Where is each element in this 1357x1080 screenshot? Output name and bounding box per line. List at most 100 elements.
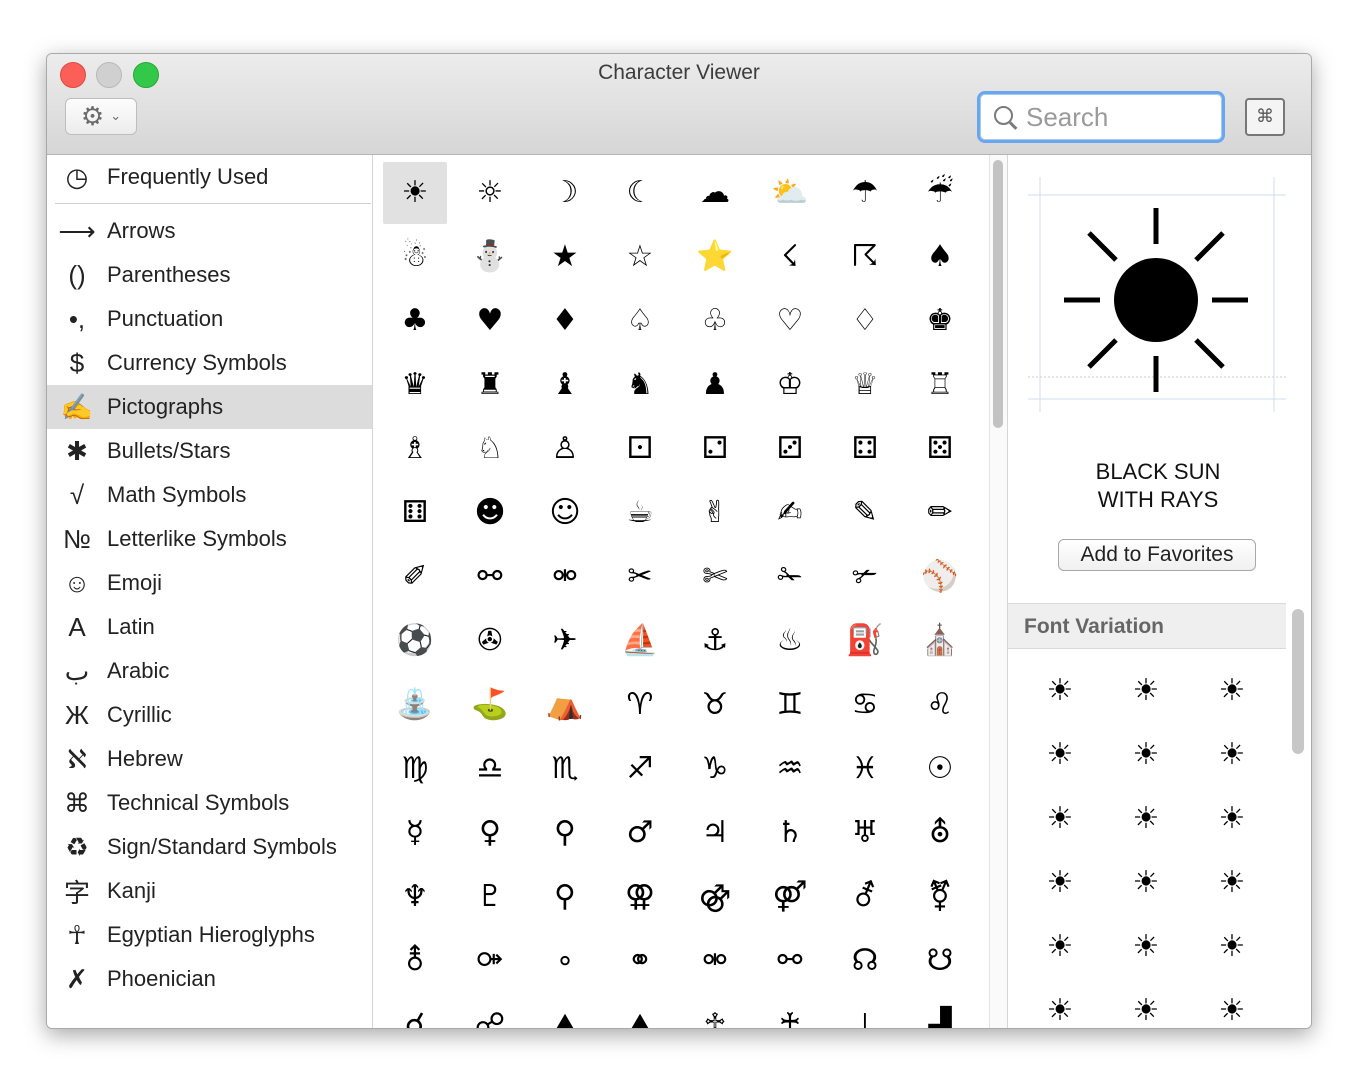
add-to-favorites-button[interactable]: Add to Favorites: [1058, 539, 1256, 571]
font-variation-cell[interactable]: ☀: [1116, 852, 1176, 912]
sidebar-item-arrows[interactable]: ⟶ Arrows: [47, 209, 372, 253]
sidebar-item-pictographs[interactable]: ✍ Pictographs: [47, 385, 372, 429]
character-cell[interactable]: ✈: [533, 610, 597, 672]
character-cell[interactable]: ⚤: [758, 866, 822, 928]
sidebar-item-letterlike-symbols[interactable]: № Letterlike Symbols: [47, 517, 372, 561]
character-cell[interactable]: ♢: [833, 290, 897, 352]
character-cell[interactable]: ⛵: [608, 610, 672, 672]
character-cell[interactable]: ♦: [533, 290, 597, 352]
character-cell[interactable]: ⛽: [833, 610, 897, 672]
character-cell[interactable]: ✁: [758, 546, 822, 608]
character-cell[interactable]: ♉: [683, 674, 747, 736]
character-cell[interactable]: ✐: [383, 546, 447, 608]
character-cell[interactable]: ♄: [758, 802, 822, 864]
character-cell[interactable]: ⚓: [683, 610, 747, 672]
character-cell[interactable]: ♈: [608, 674, 672, 736]
character-cell[interactable]: ♗: [383, 418, 447, 480]
font-variation-cell[interactable]: ☀: [1202, 724, 1262, 784]
character-cell[interactable]: ♋: [833, 674, 897, 736]
character-cell[interactable]: ☽: [533, 162, 597, 224]
character-cell[interactable]: ♚: [908, 290, 972, 352]
character-cell[interactable]: ⚨: [383, 930, 447, 992]
character-cell[interactable]: ♌: [908, 674, 972, 736]
character-cell[interactable]: ♐: [608, 738, 672, 800]
character-cell[interactable]: ✎: [833, 482, 897, 544]
character-cell[interactable]: ☃: [383, 226, 447, 288]
character-cell[interactable]: ☆: [608, 226, 672, 288]
character-cell[interactable]: ▟: [908, 994, 972, 1029]
character-cell[interactable]: ♃: [683, 802, 747, 864]
character-cell[interactable]: ☍: [458, 994, 522, 1029]
character-cell[interactable]: ⚂: [758, 418, 822, 480]
character-cell[interactable]: ☊: [833, 930, 897, 992]
font-variation-cell[interactable]: ☀: [1202, 852, 1262, 912]
character-cell[interactable]: ⚽: [383, 610, 447, 672]
sidebar-item-latin[interactable]: A Latin: [47, 605, 372, 649]
character-cell[interactable]: ♇: [458, 866, 522, 928]
character-cell[interactable]: ⚭: [608, 930, 672, 992]
sidebar-item-technical-symbols[interactable]: ⌘ Technical Symbols: [47, 781, 372, 825]
character-cell[interactable]: ⚄: [908, 418, 972, 480]
sidebar-item-currency-symbols[interactable]: $ Currency Symbols: [47, 341, 372, 385]
sidebar-item-egyptian-hieroglyphs[interactable]: ☥ Egyptian Hieroglyphs: [47, 913, 372, 957]
sidebar-item-phoenician[interactable]: ✗ Phoenician: [47, 957, 372, 1001]
character-cell[interactable]: ♙: [533, 418, 597, 480]
character-cell[interactable]: ⛰: [608, 994, 672, 1029]
character-cell[interactable]: ♏: [533, 738, 597, 800]
font-variation-cell[interactable]: ☀: [1030, 660, 1090, 720]
character-cell[interactable]: ☂: [833, 162, 897, 224]
sidebar-item-parentheses[interactable]: () Parentheses: [47, 253, 372, 297]
character-cell[interactable]: ♰: [758, 994, 822, 1029]
sidebar-item-frequently-used[interactable]: ◷ Frequently Used: [47, 155, 372, 199]
font-variation-cell[interactable]: ☀: [1202, 788, 1262, 848]
character-cell[interactable]: ⚢: [608, 866, 672, 928]
character-cell[interactable]: ☿: [383, 802, 447, 864]
character-cell[interactable]: ♊: [758, 674, 822, 736]
grid-scroll-thumb[interactable]: [993, 160, 1003, 428]
character-cell[interactable]: ♥: [458, 290, 522, 352]
character-cell[interactable]: ☉: [908, 738, 972, 800]
character-cell[interactable]: ♤: [608, 290, 672, 352]
font-variation-cell[interactable]: ☀: [1202, 660, 1262, 720]
font-variation-cell[interactable]: ☀: [1030, 788, 1090, 848]
font-variation-cell[interactable]: ☀: [1202, 980, 1262, 1028]
font-variation-cell[interactable]: ☀: [1116, 660, 1176, 720]
sidebar-item-emoji[interactable]: ☺ Emoji: [47, 561, 372, 605]
character-cell[interactable]: ⊥: [833, 994, 897, 1029]
font-variation-cell[interactable]: ☀: [1116, 788, 1176, 848]
sidebar-item-bullets-stars[interactable]: ✱ Bullets/Stars: [47, 429, 372, 473]
search-field[interactable]: [977, 91, 1225, 143]
character-cell[interactable]: ♡: [758, 290, 822, 352]
character-cell[interactable]: ✏: [908, 482, 972, 544]
character-cell[interactable]: ♎: [458, 738, 522, 800]
font-variation-cell[interactable]: ☀: [1116, 916, 1176, 976]
font-variation-cell[interactable]: ☀: [1202, 916, 1262, 976]
character-cell[interactable]: ⚦: [833, 866, 897, 928]
character-cell[interactable]: ⚁: [683, 418, 747, 480]
font-variation-cell[interactable]: ☀: [1030, 724, 1090, 784]
character-cell[interactable]: ♜: [458, 354, 522, 416]
grid-scrollbar[interactable]: [989, 155, 1008, 1028]
character-cell[interactable]: ☾: [608, 162, 672, 224]
sidebar-item-kanji[interactable]: 字 Kanji: [47, 869, 372, 913]
character-cell[interactable]: ⚃: [833, 418, 897, 480]
font-variation-cell[interactable]: ☀: [1030, 916, 1090, 976]
character-cell[interactable]: ⚾: [908, 546, 972, 608]
character-cell[interactable]: ☕: [608, 482, 672, 544]
character-cell[interactable]: ♂: [608, 802, 672, 864]
font-variation-cell[interactable]: ☀: [1030, 852, 1090, 912]
character-cell[interactable]: ⚅: [383, 482, 447, 544]
character-cell[interactable]: ♔: [758, 354, 822, 416]
character-cell[interactable]: ⚧: [908, 866, 972, 928]
character-cell[interactable]: ☌: [383, 994, 447, 1029]
character-cell[interactable]: ⛺: [533, 674, 597, 736]
action-menu-button[interactable]: ⚙ ⌄: [65, 98, 137, 135]
character-cell[interactable]: ⚲: [533, 866, 597, 928]
search-input[interactable]: [1024, 100, 1213, 134]
character-cell[interactable]: ⚲: [533, 802, 597, 864]
character-cell[interactable]: ⚮: [683, 930, 747, 992]
character-cell[interactable]: ⛅: [758, 162, 822, 224]
character-cell[interactable]: ⛄: [458, 226, 522, 288]
character-cell[interactable]: ∘: [533, 930, 597, 992]
character-cell[interactable]: ☺: [533, 482, 597, 544]
